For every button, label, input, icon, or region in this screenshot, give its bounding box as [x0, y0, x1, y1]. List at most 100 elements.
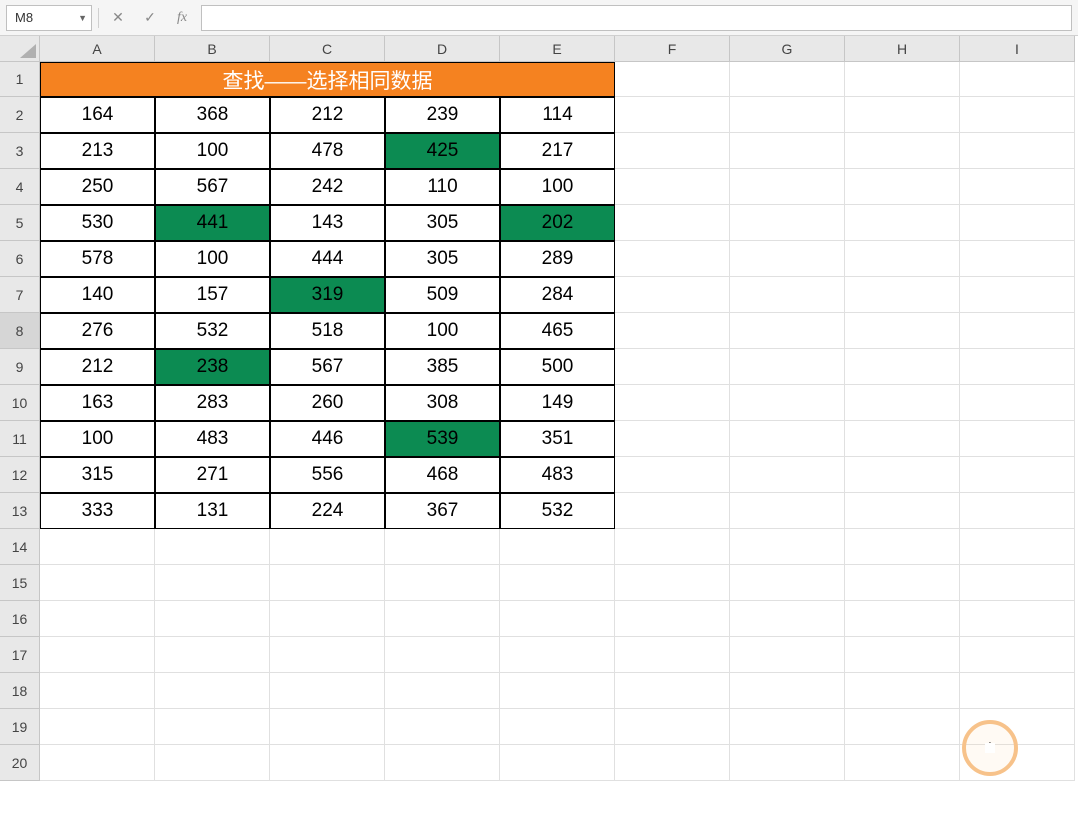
cell-A2[interactable]: 164 — [40, 97, 155, 133]
cell-F19[interactable] — [615, 709, 730, 745]
row-header-19[interactable]: 19 — [0, 709, 40, 745]
cell-G15[interactable] — [730, 565, 845, 601]
cell-E4[interactable]: 100 — [500, 169, 615, 205]
cell-F18[interactable] — [615, 673, 730, 709]
cell-G1[interactable] — [730, 62, 845, 97]
cell-E13[interactable]: 532 — [500, 493, 615, 529]
cell-E18[interactable] — [500, 673, 615, 709]
cell-A7[interactable]: 140 — [40, 277, 155, 313]
cell-F1[interactable] — [615, 62, 730, 97]
cell-A20[interactable] — [40, 745, 155, 781]
select-all-corner[interactable] — [0, 36, 40, 62]
cell-C11[interactable]: 446 — [270, 421, 385, 457]
cell-C12[interactable]: 556 — [270, 457, 385, 493]
cell-F6[interactable] — [615, 241, 730, 277]
cell-D19[interactable] — [385, 709, 500, 745]
cell-H14[interactable] — [845, 529, 960, 565]
cell-H15[interactable] — [845, 565, 960, 601]
column-header-G[interactable]: G — [730, 36, 845, 62]
cell-C3[interactable]: 478 — [270, 133, 385, 169]
cell-F3[interactable] — [615, 133, 730, 169]
row-header-12[interactable]: 12 — [0, 457, 40, 493]
cell-C20[interactable] — [270, 745, 385, 781]
cell-B8[interactable]: 532 — [155, 313, 270, 349]
cell-I11[interactable] — [960, 421, 1075, 457]
cell-A4[interactable]: 250 — [40, 169, 155, 205]
cell-E5[interactable]: 202 — [500, 205, 615, 241]
cell-E15[interactable] — [500, 565, 615, 601]
cell-H20[interactable] — [845, 745, 960, 781]
cell-E20[interactable] — [500, 745, 615, 781]
cell-D10[interactable]: 308 — [385, 385, 500, 421]
cell-B11[interactable]: 483 — [155, 421, 270, 457]
cell-G20[interactable] — [730, 745, 845, 781]
cell-I2[interactable] — [960, 97, 1075, 133]
cell-C7[interactable]: 319 — [270, 277, 385, 313]
cell-D9[interactable]: 385 — [385, 349, 500, 385]
cell-H16[interactable] — [845, 601, 960, 637]
cell-G5[interactable] — [730, 205, 845, 241]
cell-E14[interactable] — [500, 529, 615, 565]
column-header-C[interactable]: C — [270, 36, 385, 62]
cell-F2[interactable] — [615, 97, 730, 133]
cell-C8[interactable]: 518 — [270, 313, 385, 349]
cell-H2[interactable] — [845, 97, 960, 133]
row-header-5[interactable]: 5 — [0, 205, 40, 241]
cell-D20[interactable] — [385, 745, 500, 781]
cell-I6[interactable] — [960, 241, 1075, 277]
cell-A12[interactable]: 315 — [40, 457, 155, 493]
row-header-18[interactable]: 18 — [0, 673, 40, 709]
chevron-down-icon[interactable]: ▼ — [78, 13, 87, 23]
column-header-E[interactable]: E — [500, 36, 615, 62]
cell-G3[interactable] — [730, 133, 845, 169]
cell-B10[interactable]: 283 — [155, 385, 270, 421]
cell-D7[interactable]: 509 — [385, 277, 500, 313]
cell-H5[interactable] — [845, 205, 960, 241]
cell-I5[interactable] — [960, 205, 1075, 241]
cell-G11[interactable] — [730, 421, 845, 457]
row-header-10[interactable]: 10 — [0, 385, 40, 421]
cell-A3[interactable]: 213 — [40, 133, 155, 169]
cell-E9[interactable]: 500 — [500, 349, 615, 385]
cell-B4[interactable]: 567 — [155, 169, 270, 205]
cell-C17[interactable] — [270, 637, 385, 673]
column-header-H[interactable]: H — [845, 36, 960, 62]
cell-B20[interactable] — [155, 745, 270, 781]
cell-E12[interactable]: 483 — [500, 457, 615, 493]
cell-A11[interactable]: 100 — [40, 421, 155, 457]
cell-C18[interactable] — [270, 673, 385, 709]
cell-G6[interactable] — [730, 241, 845, 277]
cell-G18[interactable] — [730, 673, 845, 709]
row-header-1[interactable]: 1 — [0, 62, 40, 97]
cell-H17[interactable] — [845, 637, 960, 673]
column-header-D[interactable]: D — [385, 36, 500, 62]
cell-I7[interactable] — [960, 277, 1075, 313]
cell-H1[interactable] — [845, 62, 960, 97]
cell-I9[interactable] — [960, 349, 1075, 385]
cell-C14[interactable] — [270, 529, 385, 565]
cell-G19[interactable] — [730, 709, 845, 745]
cell-I4[interactable] — [960, 169, 1075, 205]
cell-G16[interactable] — [730, 601, 845, 637]
cell-C4[interactable]: 242 — [270, 169, 385, 205]
cell-D6[interactable]: 305 — [385, 241, 500, 277]
cell-C13[interactable]: 224 — [270, 493, 385, 529]
cell-I16[interactable] — [960, 601, 1075, 637]
cell-D5[interactable]: 305 — [385, 205, 500, 241]
cell-B12[interactable]: 271 — [155, 457, 270, 493]
cell-H9[interactable] — [845, 349, 960, 385]
cell-F5[interactable] — [615, 205, 730, 241]
cell-B3[interactable]: 100 — [155, 133, 270, 169]
cell-F7[interactable] — [615, 277, 730, 313]
cell-F14[interactable] — [615, 529, 730, 565]
row-header-11[interactable]: 11 — [0, 421, 40, 457]
cell-I15[interactable] — [960, 565, 1075, 601]
cell-E16[interactable] — [500, 601, 615, 637]
row-header-9[interactable]: 9 — [0, 349, 40, 385]
cell-H8[interactable] — [845, 313, 960, 349]
cell-B17[interactable] — [155, 637, 270, 673]
cell-B2[interactable]: 368 — [155, 97, 270, 133]
cell-I10[interactable] — [960, 385, 1075, 421]
cell-A9[interactable]: 212 — [40, 349, 155, 385]
cell-B16[interactable] — [155, 601, 270, 637]
